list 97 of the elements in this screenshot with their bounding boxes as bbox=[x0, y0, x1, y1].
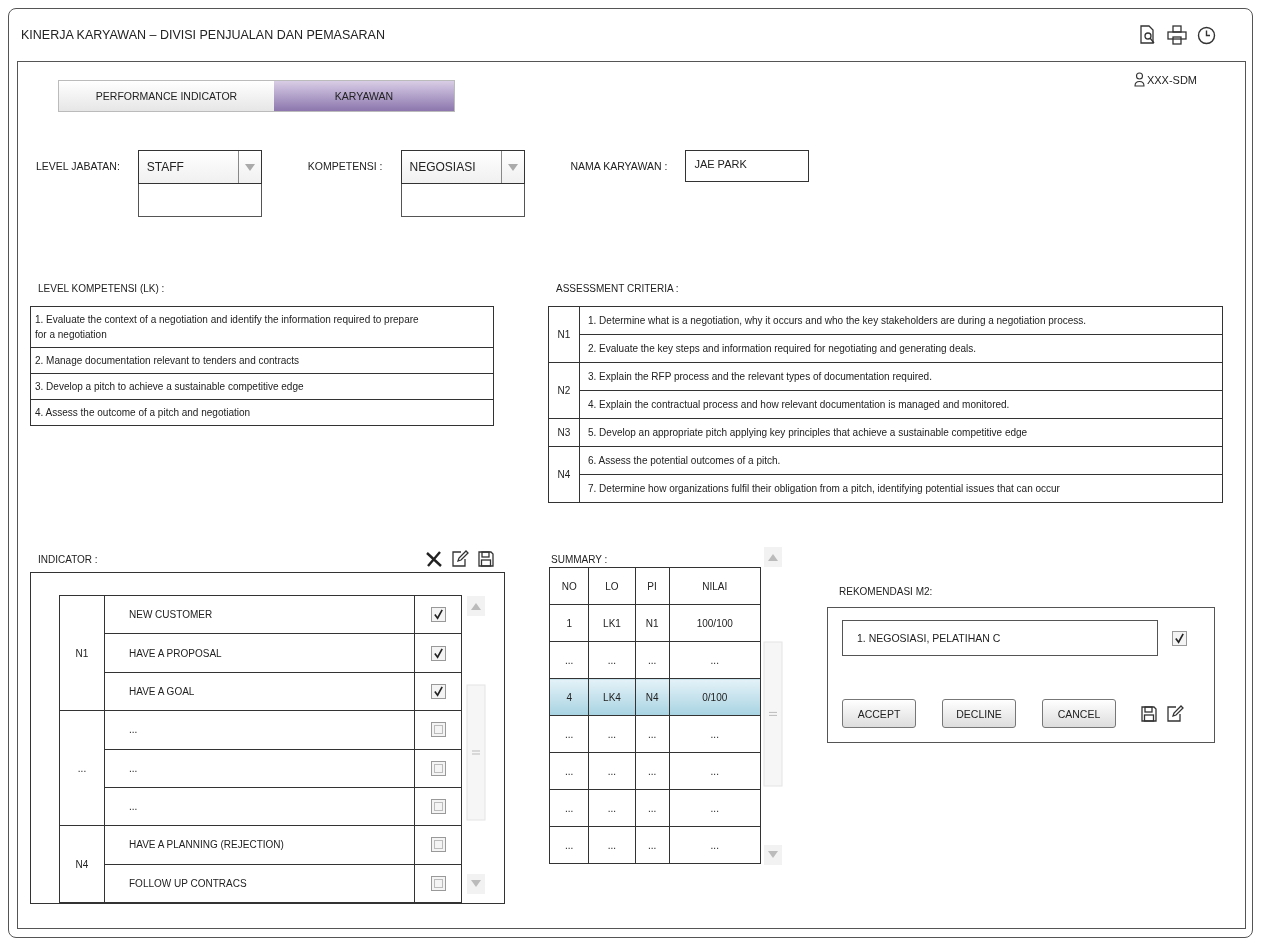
table-cell: 4 bbox=[549, 678, 589, 716]
table-cell: 2. Evaluate the key steps and information required for negotiating and generating deals. bbox=[579, 334, 1223, 363]
table-cell: 1. Evaluate the context of a negotiation and identify the information required to prepare for a negotiation bbox=[30, 306, 494, 348]
edit-icon[interactable] bbox=[1166, 704, 1184, 723]
checkbox[interactable] bbox=[430, 799, 446, 815]
section-label: REKOMENDASI M2: bbox=[839, 586, 934, 597]
caret-icon bbox=[244, 163, 255, 171]
table-cell: 5. Develop an appropriate pitch applying key principles that achieve a sustainable competitive edge bbox=[579, 418, 1223, 447]
dropdown[interactable]: STAFF bbox=[137, 150, 262, 184]
table-cell: 4. Explain the contractual process and how relevant documentation is managed and monitored. bbox=[579, 390, 1223, 419]
column-header: NO bbox=[549, 567, 589, 605]
table-cell: 100/100 bbox=[669, 604, 761, 642]
checkbox[interactable] bbox=[430, 683, 446, 699]
delete-icon[interactable] bbox=[425, 550, 443, 568]
section-label: ASSESSMENT CRITERIA : bbox=[556, 283, 680, 294]
field-label: NAMA KARYAWAN : bbox=[570, 159, 668, 172]
checkbox[interactable] bbox=[430, 837, 446, 853]
table-cell: HAVE A PLANNING (REJECTION) bbox=[104, 825, 415, 865]
table-cell: 3. Develop a pitch to achieve a sustainable competitive edge bbox=[30, 373, 494, 400]
table-cell: ... bbox=[669, 641, 761, 679]
table-cell: ... bbox=[635, 641, 670, 679]
edit-icon[interactable] bbox=[451, 550, 469, 568]
checkbox[interactable] bbox=[430, 607, 446, 623]
table-cell: 2. Manage documentation relevant to tenders and contracts bbox=[30, 347, 494, 374]
section-label: INDICATOR : bbox=[38, 553, 98, 565]
dropdown[interactable]: NEGOSIASI bbox=[400, 150, 525, 184]
column-header: NILAI bbox=[669, 567, 761, 605]
table-cell: FOLLOW UP CONTRACS bbox=[104, 864, 415, 903]
tab[interactable]: KARYAWAN bbox=[274, 81, 454, 111]
section-label: SUMMARY : bbox=[551, 554, 609, 565]
table-cell: N4 bbox=[548, 446, 580, 503]
table-cell: ... bbox=[549, 641, 589, 679]
caret-icon bbox=[507, 163, 518, 171]
table-cell: 0/100 bbox=[669, 678, 761, 716]
table-cell: 7. Determine how organizations fulfil their obligation from a pitch, identifying potential issues that can occur bbox=[579, 474, 1223, 503]
table-cell: ... bbox=[588, 715, 636, 753]
table-cell: ... bbox=[588, 641, 636, 679]
recommendation-item[interactable]: 1. NEGOSIASI, PELATIHAN C bbox=[842, 620, 1158, 656]
window-title: KINERJA KARYAWAN – DIVISI PENJUALAN DAN PEMASARAN bbox=[21, 28, 386, 42]
table-cell: ... bbox=[549, 826, 589, 864]
print-icon[interactable] bbox=[1167, 25, 1187, 45]
table-cell: HAVE A GOAL bbox=[104, 672, 415, 711]
table-cell: ... bbox=[59, 710, 105, 826]
table-cell: 3. Explain the RFP process and the relevant types of documentation required. bbox=[579, 362, 1223, 391]
preview-icon[interactable] bbox=[1139, 25, 1157, 45]
table-cell: ... bbox=[635, 789, 670, 827]
table-cell: ... bbox=[549, 752, 589, 790]
table-cell: ... bbox=[549, 789, 589, 827]
table-cell: N4 bbox=[59, 825, 105, 903]
table-cell: ... bbox=[669, 789, 761, 827]
field-label: KOMPETENSI : bbox=[307, 159, 383, 172]
table-cell: ... bbox=[635, 752, 670, 790]
table-cell: ... bbox=[635, 826, 670, 864]
action-button[interactable]: ACCEPT bbox=[842, 699, 916, 728]
save-icon[interactable] bbox=[477, 550, 495, 568]
checkbox[interactable] bbox=[430, 722, 446, 738]
input-field[interactable]: JAE PARK bbox=[685, 150, 810, 182]
column-header: LO bbox=[588, 567, 636, 605]
action-button[interactable]: CANCEL bbox=[1042, 699, 1116, 728]
checkbox[interactable] bbox=[1172, 630, 1187, 646]
table-cell: N2 bbox=[548, 362, 580, 419]
table-cell: NEW CUSTOMER bbox=[104, 595, 415, 634]
field-label: LEVEL JABATAN: bbox=[36, 159, 120, 172]
table-cell: 1 bbox=[549, 604, 589, 642]
table-cell: ... bbox=[104, 749, 415, 788]
table-cell: 1. Determine what is a negotiation, why it occurs and who the key stakeholders are during a negotiation process. bbox=[579, 306, 1223, 335]
scrollbar[interactable] bbox=[466, 595, 486, 895]
checkbox[interactable] bbox=[430, 760, 446, 776]
action-button[interactable]: DECLINE bbox=[942, 699, 1016, 728]
table-cell: ... bbox=[588, 752, 636, 790]
table-cell: N1 bbox=[59, 595, 105, 711]
clock-icon[interactable] bbox=[1197, 25, 1216, 45]
table-cell: ... bbox=[669, 826, 761, 864]
table-cell: ... bbox=[588, 789, 636, 827]
table-cell: 6. Assess the potential outcomes of a pitch. bbox=[579, 446, 1223, 475]
scrollbar[interactable] bbox=[763, 546, 783, 866]
checkbox[interactable] bbox=[430, 875, 446, 891]
table-cell: HAVE A PROPOSAL bbox=[104, 633, 415, 673]
table-cell: ... bbox=[104, 787, 415, 826]
table-cell: N3 bbox=[548, 418, 580, 447]
table-cell: ... bbox=[588, 826, 636, 864]
table-cell: ... bbox=[104, 710, 415, 749]
column-header: PI bbox=[635, 567, 670, 605]
table-cell: 4. Assess the outcome of a pitch and negotiation bbox=[30, 399, 494, 426]
table-cell: N1 bbox=[635, 604, 670, 642]
table-cell: ... bbox=[669, 715, 761, 753]
save-icon[interactable] bbox=[1140, 704, 1158, 723]
table-cell: LK4 bbox=[588, 678, 636, 716]
table-cell: N1 bbox=[548, 306, 580, 363]
user-icon bbox=[1133, 72, 1145, 87]
checkbox[interactable] bbox=[430, 645, 446, 661]
user-label: XXX-SDM bbox=[1146, 73, 1197, 86]
table-cell: ... bbox=[669, 752, 761, 790]
table-cell: ... bbox=[635, 715, 670, 753]
table-cell: LK1 bbox=[588, 604, 636, 642]
table-cell: ... bbox=[549, 715, 589, 753]
section-label: LEVEL KOMPETENSI (LK) : bbox=[38, 283, 166, 294]
